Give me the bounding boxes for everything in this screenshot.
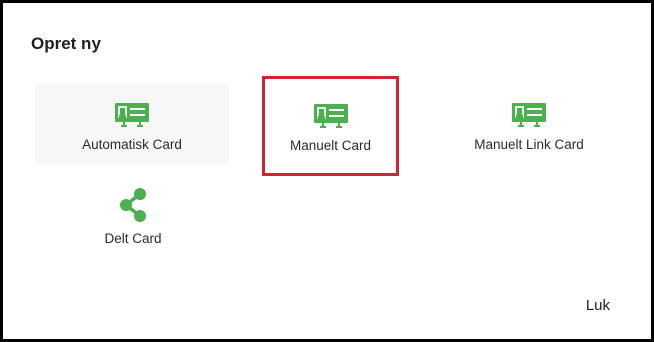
option-label: Automatisk Card (82, 137, 182, 152)
dialog-title: Opret ny (31, 34, 101, 53)
close-button[interactable]: Luk (586, 295, 610, 316)
option-manuelt-card[interactable]: Manuelt Card (262, 76, 399, 176)
card-icon (313, 98, 348, 134)
option-delt-card[interactable]: Delt Card (73, 183, 193, 259)
create-new-dialog: Opret ny Automatisk Card Manuelt Card Ma… (0, 0, 654, 342)
card-icon (512, 97, 546, 133)
option-label: Manuelt Card (289, 138, 372, 153)
option-manuelt-link-card[interactable]: Manuelt Link Card (453, 83, 605, 165)
option-label: Manuelt Link Card (474, 137, 584, 152)
option-automatisk-card[interactable]: Automatisk Card (35, 83, 229, 165)
share-icon (119, 185, 147, 225)
card-icon (115, 97, 149, 133)
option-label: Delt Card (104, 231, 162, 246)
